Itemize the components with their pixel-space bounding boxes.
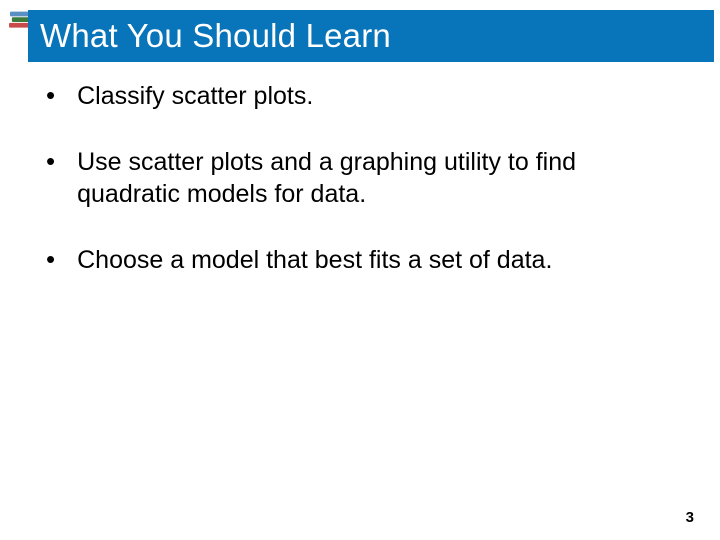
- slide-title: What You Should Learn: [40, 17, 391, 55]
- bullet-text: Classify scatter plots.: [77, 80, 313, 112]
- bullet-item: • Use scatter plots and a graphing utili…: [46, 146, 674, 210]
- bullet-dot: •: [46, 148, 55, 174]
- bullet-text: Use scatter plots and a graphing utility…: [77, 146, 674, 210]
- bullet-dot: •: [46, 246, 55, 272]
- bullet-item: • Classify scatter plots.: [46, 80, 674, 112]
- content-area: • Classify scatter plots. • Use scatter …: [46, 80, 674, 310]
- bullet-item: • Choose a model that best fits a set of…: [46, 244, 674, 276]
- bullet-dot: •: [46, 82, 55, 108]
- page-number: 3: [686, 509, 694, 526]
- title-bar: What You Should Learn: [28, 10, 714, 62]
- bullet-text: Choose a model that best fits a set of d…: [77, 244, 552, 276]
